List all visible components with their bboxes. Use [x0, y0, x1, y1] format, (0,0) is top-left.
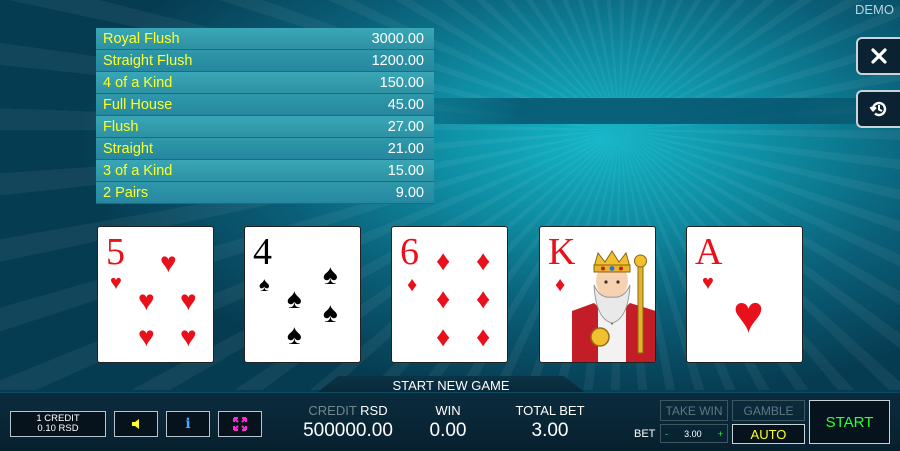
credit-value: 500000.00 — [303, 420, 393, 441]
speaker-icon — [132, 419, 139, 429]
diamond-icon: ♦ — [436, 245, 451, 276]
paytable-hand: 4 of a Kind — [103, 75, 173, 91]
paytable-pay: 27.00 — [387, 119, 424, 135]
card-4[interactable]: K ♦ — [539, 226, 656, 363]
diamond-icon: ♦ — [407, 274, 418, 296]
heart-icon: ♥ — [110, 272, 122, 294]
paytable-pay: 45.00 — [387, 97, 424, 113]
diamond-icon: ♦ — [476, 321, 491, 352]
paytable-row: 4 of a Kind 150.00 — [96, 72, 434, 94]
total-bet-value: 3.00 — [531, 420, 569, 441]
paytable-pay: 15.00 — [387, 163, 424, 179]
paytable-pay: 9.00 — [395, 185, 424, 201]
diamond-icon: ♦ — [436, 283, 451, 314]
bet-decrease-button[interactable]: - — [665, 429, 668, 439]
heart-icon: ♥ — [180, 321, 197, 352]
paytable-row: Straight Flush 1200.00 — [96, 50, 434, 72]
demo-label: DEMO — [855, 2, 894, 17]
close-button[interactable] — [856, 37, 900, 75]
spade-icon: ♠ — [259, 274, 270, 296]
close-icon — [871, 48, 887, 64]
info-button[interactable]: i — [166, 411, 210, 437]
spade-icon: ♠ — [323, 259, 338, 290]
gamble-button[interactable]: GAMBLE — [732, 400, 805, 421]
paytable-hand: 2 Pairs — [103, 185, 149, 201]
paytable-hand: Straight Flush — [103, 53, 193, 69]
diamond-icon: ♦ — [476, 283, 491, 314]
paytable-row: Straight 21.00 — [96, 138, 434, 160]
paytable-row: Full House 45.00 — [96, 94, 434, 116]
take-win-button[interactable]: TAKE WIN — [660, 400, 728, 421]
card-3[interactable]: 6 ♦ ♦ ♦ ♦ ♦ ♦ ♦ — [391, 226, 508, 363]
paytable-hand: 3 of a Kind — [103, 163, 173, 179]
history-button[interactable] — [856, 90, 900, 128]
paytable-pay: 21.00 — [387, 141, 424, 157]
bet-increase-button[interactable]: + — [718, 429, 723, 439]
heart-icon: ♥ — [160, 247, 177, 278]
paytable-pay: 150.00 — [379, 75, 424, 91]
auto-button[interactable]: AUTO — [732, 424, 805, 444]
card-rank: A — [695, 231, 723, 273]
bet-value: 3.00 — [684, 428, 702, 439]
spade-icon: ♠ — [323, 297, 338, 328]
start-button[interactable]: START — [809, 400, 890, 444]
card-rank: 5 — [106, 231, 125, 273]
diamond-icon: ♦ — [476, 245, 491, 276]
paytable-hand: Royal Flush — [103, 31, 180, 47]
heart-icon: ♥ — [180, 285, 197, 316]
history-icon — [869, 101, 887, 117]
bet-label: BET — [634, 428, 656, 440]
card-5[interactable]: A ♥ ♥ — [686, 226, 803, 363]
total-bet-label: TOTAL BET — [515, 403, 585, 418]
paytable-row: 3 of a Kind 15.00 — [96, 160, 434, 182]
heart-icon: ♥ — [733, 286, 764, 344]
paytable-hand: Flush — [103, 119, 139, 135]
credit-denomination-line2: 0.10 RSD — [37, 423, 79, 434]
paytable-hand: Straight — [103, 141, 153, 157]
sound-button[interactable] — [114, 411, 158, 437]
paytable-pay: 1200.00 — [371, 53, 424, 69]
card-1[interactable]: 5 ♥ ♥ ♥ ♥ ♥ ♥ — [97, 226, 214, 363]
fullscreen-icon — [233, 417, 247, 431]
info-icon: i — [185, 416, 191, 432]
card-rank: 4 — [253, 231, 272, 273]
credit-denomination-button[interactable]: 1 CREDIT 0.10 RSD — [10, 411, 106, 437]
card-rank: 6 — [400, 231, 419, 273]
bottom-bar: 1 CREDIT 0.10 RSD i CREDIT RSD 500000.00… — [0, 392, 900, 451]
win-value: 0.00 — [429, 420, 467, 441]
heart-icon: ♥ — [702, 272, 714, 294]
paytable-row: Flush 27.00 — [96, 116, 434, 138]
paytable-pay: 3000.00 — [371, 31, 424, 47]
paytable-row: Royal Flush 3000.00 — [96, 28, 434, 50]
heart-icon: ♥ — [138, 321, 155, 352]
king-figure — [572, 250, 655, 362]
paytable: Royal Flush 3000.00 Straight Flush 1200.00… — [96, 28, 434, 204]
spade-icon: ♠ — [287, 283, 302, 314]
paytable-hand: Full House — [103, 97, 173, 113]
heart-icon: ♥ — [138, 285, 155, 316]
diamond-icon: ♦ — [436, 321, 451, 352]
spade-icon: ♠ — [287, 319, 302, 350]
card-2[interactable]: 4 ♠ ♠ ♠ ♠ ♠ — [244, 226, 361, 363]
win-label: WIN — [435, 403, 461, 418]
fullscreen-button[interactable] — [218, 411, 262, 437]
credit-label: CREDIT RSD — [308, 403, 388, 418]
background-band — [360, 98, 900, 124]
paytable-row: 2 Pairs 9.00 — [96, 182, 434, 204]
diamond-icon: ♦ — [555, 274, 566, 296]
bet-stepper: - 3.00 + — [660, 424, 728, 443]
